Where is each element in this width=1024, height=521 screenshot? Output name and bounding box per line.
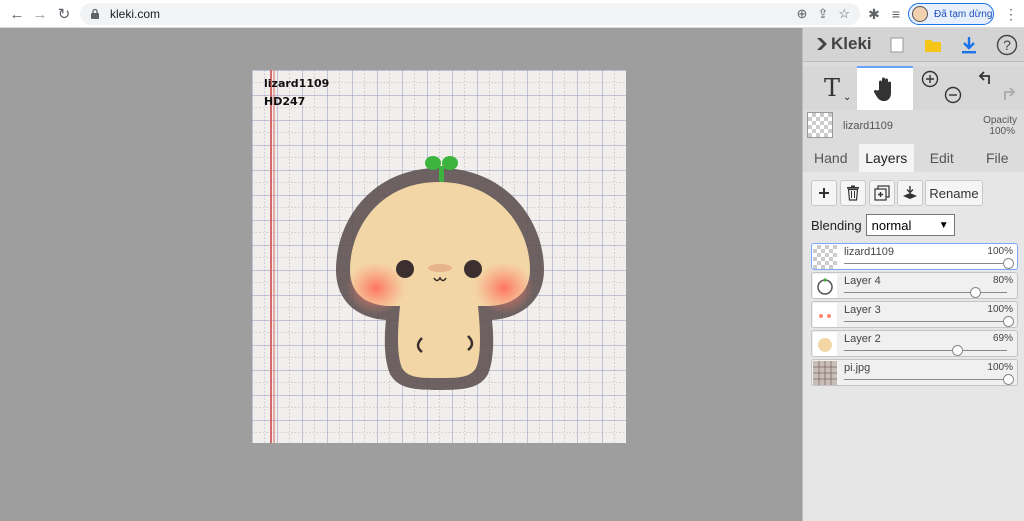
layer-opacity: 80%: [992, 275, 1013, 286]
canvas-caption-1: lizard1109: [264, 77, 330, 90]
layer-opacity: 69%: [992, 333, 1013, 344]
layer-row[interactable]: Layer 3 100%: [811, 301, 1018, 328]
layer-opacity-slider[interactable]: [844, 321, 1007, 322]
layer-thumbnail: [813, 332, 837, 356]
current-layer-thumbnail: [807, 112, 833, 138]
layer-opacity-slider-handle[interactable]: [970, 287, 981, 298]
share-icon[interactable]: ⇪: [817, 6, 828, 22]
forward-icon[interactable]: →: [27, 1, 53, 27]
duplicate-icon: [874, 185, 890, 201]
profile-button[interactable]: Đã tạm dừng: [908, 3, 994, 25]
tool-row: T ⌄: [803, 66, 1024, 110]
trash-icon: [847, 185, 859, 201]
layer-opacity-slider[interactable]: [844, 379, 1007, 380]
layer-name: lizard1109: [844, 246, 894, 258]
tab-hand[interactable]: Hand: [803, 144, 859, 172]
layers-tab-content: Rename Blending normal ▼ lizard1109 100% L…: [803, 172, 1024, 521]
zoom-in-icon[interactable]: [919, 68, 941, 90]
chevron-down-icon[interactable]: ⌄: [843, 92, 851, 103]
redo-icon[interactable]: [997, 84, 1019, 106]
current-layer-preview: lizard1109 Opacity 100%: [803, 110, 1024, 144]
layer-thumbnail: [813, 361, 837, 385]
current-layer-name: lizard1109: [843, 120, 893, 132]
new-image-icon[interactable]: [885, 33, 909, 57]
layer-opacity-slider-handle[interactable]: [1003, 258, 1014, 269]
logo-text: Kleki: [831, 34, 872, 53]
profile-status-label: Đã tạm dừng: [934, 8, 993, 20]
open-folder-icon[interactable]: [921, 33, 945, 57]
extensions-puzzle-icon[interactable]: ✱: [864, 4, 884, 24]
zoom-out-icon[interactable]: [942, 84, 964, 106]
panel-tabs: Hand Layers Edit File: [803, 144, 1024, 172]
tab-layers[interactable]: Layers: [858, 144, 914, 172]
reload-icon[interactable]: ↻: [51, 1, 77, 27]
kleki-logo[interactable]: Kleki: [815, 34, 872, 54]
app-topbar: Kleki ?: [803, 28, 1024, 62]
merge-down-button[interactable]: [897, 180, 923, 206]
reading-list-icon[interactable]: ≡: [886, 4, 906, 24]
layer-opacity: 100%: [987, 246, 1013, 257]
opacity-value: 100%: [989, 126, 1015, 137]
text-tool-button[interactable]: T ⌄: [809, 66, 855, 110]
layer-thumbnail: [813, 274, 837, 298]
layer-opacity: 100%: [987, 362, 1013, 373]
canvas-artwork: [252, 70, 626, 443]
lock-icon: [90, 8, 102, 20]
side-panel: Kleki ? T ⌄ lizard1109 Opacity 100% Hand…: [802, 28, 1024, 521]
text-tool-label: T: [823, 74, 840, 102]
help-icon[interactable]: ?: [995, 33, 1019, 57]
blending-select[interactable]: normal ▼: [865, 214, 955, 236]
layer-opacity-slider-handle[interactable]: [1003, 316, 1014, 327]
kleki-logo-icon: [817, 38, 827, 50]
layer-thumbnail: [813, 303, 837, 327]
layer-opacity-slider[interactable]: [844, 292, 1007, 293]
layer-row[interactable]: Layer 2 69%: [811, 330, 1018, 357]
bookmark-star-icon[interactable]: ☆: [838, 6, 850, 22]
undo-icon[interactable]: [975, 68, 997, 90]
zoom-icon[interactable]: ⊕: [797, 6, 808, 22]
blending-row: Blending normal ▼: [811, 214, 955, 236]
blending-value: normal: [871, 217, 912, 233]
tab-edit[interactable]: Edit: [914, 144, 970, 172]
browser-toolbar: ← → ↻ kleki.com ⊕ ⇪ ☆ ✱ ≡ Đã tạm dừng ⋮: [0, 0, 1024, 28]
hand-icon: [873, 77, 891, 101]
layer-name: Layer 4: [844, 275, 881, 287]
download-icon[interactable]: [957, 33, 981, 57]
duplicate-layer-button[interactable]: [869, 180, 895, 206]
layer-name: pi.jpg: [844, 362, 871, 374]
layer-opacity-slider-handle[interactable]: [951, 345, 963, 356]
layer-row[interactable]: pi.jpg 100%: [811, 359, 1018, 386]
chevron-down-icon: ▼: [938, 219, 949, 231]
layer-row[interactable]: Layer 4 80%: [811, 272, 1018, 299]
layer-opacity-slider-handle[interactable]: [1003, 374, 1014, 385]
canvas-area[interactable]: lizard1109 HD247: [0, 28, 802, 521]
layer-list: lizard1109 100% Layer 4 80% Layer 3 100% Layer…: [811, 243, 1018, 388]
canvas-caption-2: HD247: [264, 95, 306, 108]
plus-icon: [819, 188, 829, 198]
opacity-label: Opacity: [983, 115, 1017, 126]
layer-opacity: 100%: [987, 304, 1013, 315]
layer-thumbnail: [813, 245, 837, 269]
delete-layer-button[interactable]: [840, 180, 866, 206]
merge-layer-icon: [903, 186, 917, 199]
layer-name: Layer 2: [844, 333, 881, 345]
add-layer-button[interactable]: [811, 180, 837, 206]
layer-opacity-slider[interactable]: [844, 263, 1007, 264]
chrome-menu-icon[interactable]: ⋮: [1002, 4, 1020, 24]
layer-opacity-slider[interactable]: [844, 350, 1007, 351]
avatar: [912, 6, 928, 22]
hand-tool-button[interactable]: [857, 66, 913, 110]
rename-layer-button[interactable]: Rename: [925, 180, 983, 206]
blending-label: Blending: [811, 217, 862, 233]
layer-name: Layer 3: [844, 304, 881, 316]
tab-file[interactable]: File: [970, 144, 1024, 172]
url-text: kleki.com: [110, 7, 161, 21]
layer-row[interactable]: lizard1109 100%: [811, 243, 1018, 270]
address-bar[interactable]: kleki.com ⊕ ⇪ ☆: [80, 3, 860, 25]
drawing-canvas[interactable]: [252, 70, 626, 443]
